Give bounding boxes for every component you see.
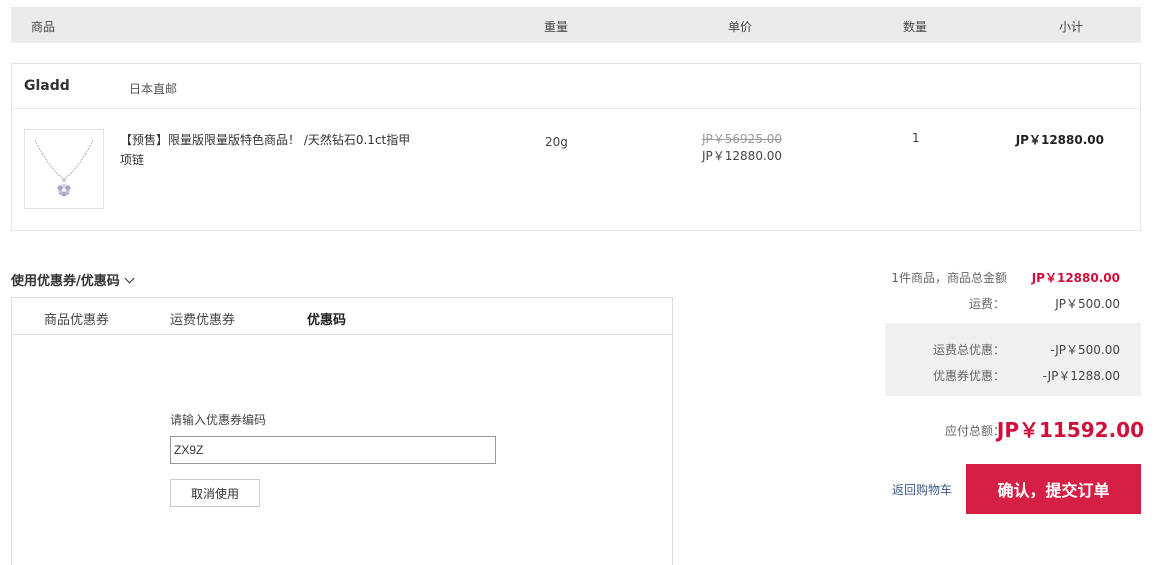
coupon-panel: 商品优惠券 运费优惠券 优惠码 请输入优惠券编码 取消使用 bbox=[11, 297, 673, 565]
table-header: 商品 重量 单价 数量 小计 bbox=[11, 7, 1141, 43]
shipping-discount-value: -JP￥500.00 bbox=[1050, 343, 1120, 357]
col-quantity: 数量 bbox=[903, 20, 928, 34]
tab-shipping-coupon[interactable]: 运费优惠券 bbox=[170, 309, 235, 328]
col-subtotal: 小计 bbox=[1059, 20, 1084, 34]
product-weight: 20g bbox=[545, 135, 568, 149]
quantity: 1 bbox=[912, 131, 920, 145]
items-total-label: 1件商品，商品总金额 bbox=[891, 271, 1007, 285]
items-total-value: JP￥12880.00 bbox=[1031, 271, 1120, 285]
coupon-code-input[interactable] bbox=[170, 436, 496, 464]
discount-box bbox=[885, 323, 1141, 396]
product-title[interactable]: 【预售】限量版限量版特色商品！ /天然钻石0.1ct指甲项链 bbox=[120, 130, 420, 170]
shipping-discount-label: 运费总优惠： bbox=[932, 343, 1005, 357]
payable-total: JP￥11592.00 bbox=[996, 418, 1144, 442]
col-product: 商品 bbox=[31, 20, 56, 34]
tab-product-coupon[interactable]: 商品优惠券 bbox=[44, 309, 109, 328]
coupon-discount-value: -JP￥1288.00 bbox=[1042, 369, 1120, 383]
tab-coupon-code[interactable]: 优惠码 bbox=[307, 309, 346, 328]
coupon-toggle-label: 使用优惠券/优惠码 bbox=[11, 274, 120, 289]
back-to-cart-link[interactable]: 返回购物车 bbox=[892, 481, 952, 498]
shop-name: Gladd bbox=[24, 78, 70, 94]
col-unit-price: 单价 bbox=[728, 20, 753, 34]
shop-tag: 日本直邮 bbox=[129, 82, 178, 96]
coupon-discount-label: 优惠券优惠： bbox=[932, 369, 1005, 383]
item-subtotal: JP￥12880.00 bbox=[1015, 133, 1104, 147]
cancel-coupon-button[interactable]: 取消使用 bbox=[170, 479, 260, 507]
shipping-value: JP￥500.00 bbox=[1055, 297, 1120, 311]
chevron-down-icon bbox=[124, 273, 135, 284]
necklace-pendant-image[interactable] bbox=[24, 129, 104, 209]
unit-price: JP￥12880.00 bbox=[702, 149, 783, 163]
coupon-code-label: 请输入优惠券编码 bbox=[170, 413, 267, 427]
submit-order-button[interactable]: 确认，提交订单 bbox=[966, 464, 1141, 514]
col-weight: 重量 bbox=[544, 20, 569, 34]
shop-row: Gladd 日本直邮 bbox=[12, 64, 1140, 109]
coupon-tabs: 商品优惠券 运费优惠券 优惠码 bbox=[12, 298, 672, 335]
shipping-label: 运费： bbox=[968, 297, 1005, 311]
original-price: JP￥56925.00 bbox=[702, 132, 783, 146]
order-item-box: Gladd 日本直邮 【预售】限量版限量版特色商品！ /天然钻石0.1ct指甲项… bbox=[11, 63, 1141, 231]
coupon-toggle[interactable]: 使用优惠券/优惠码 bbox=[11, 270, 135, 289]
